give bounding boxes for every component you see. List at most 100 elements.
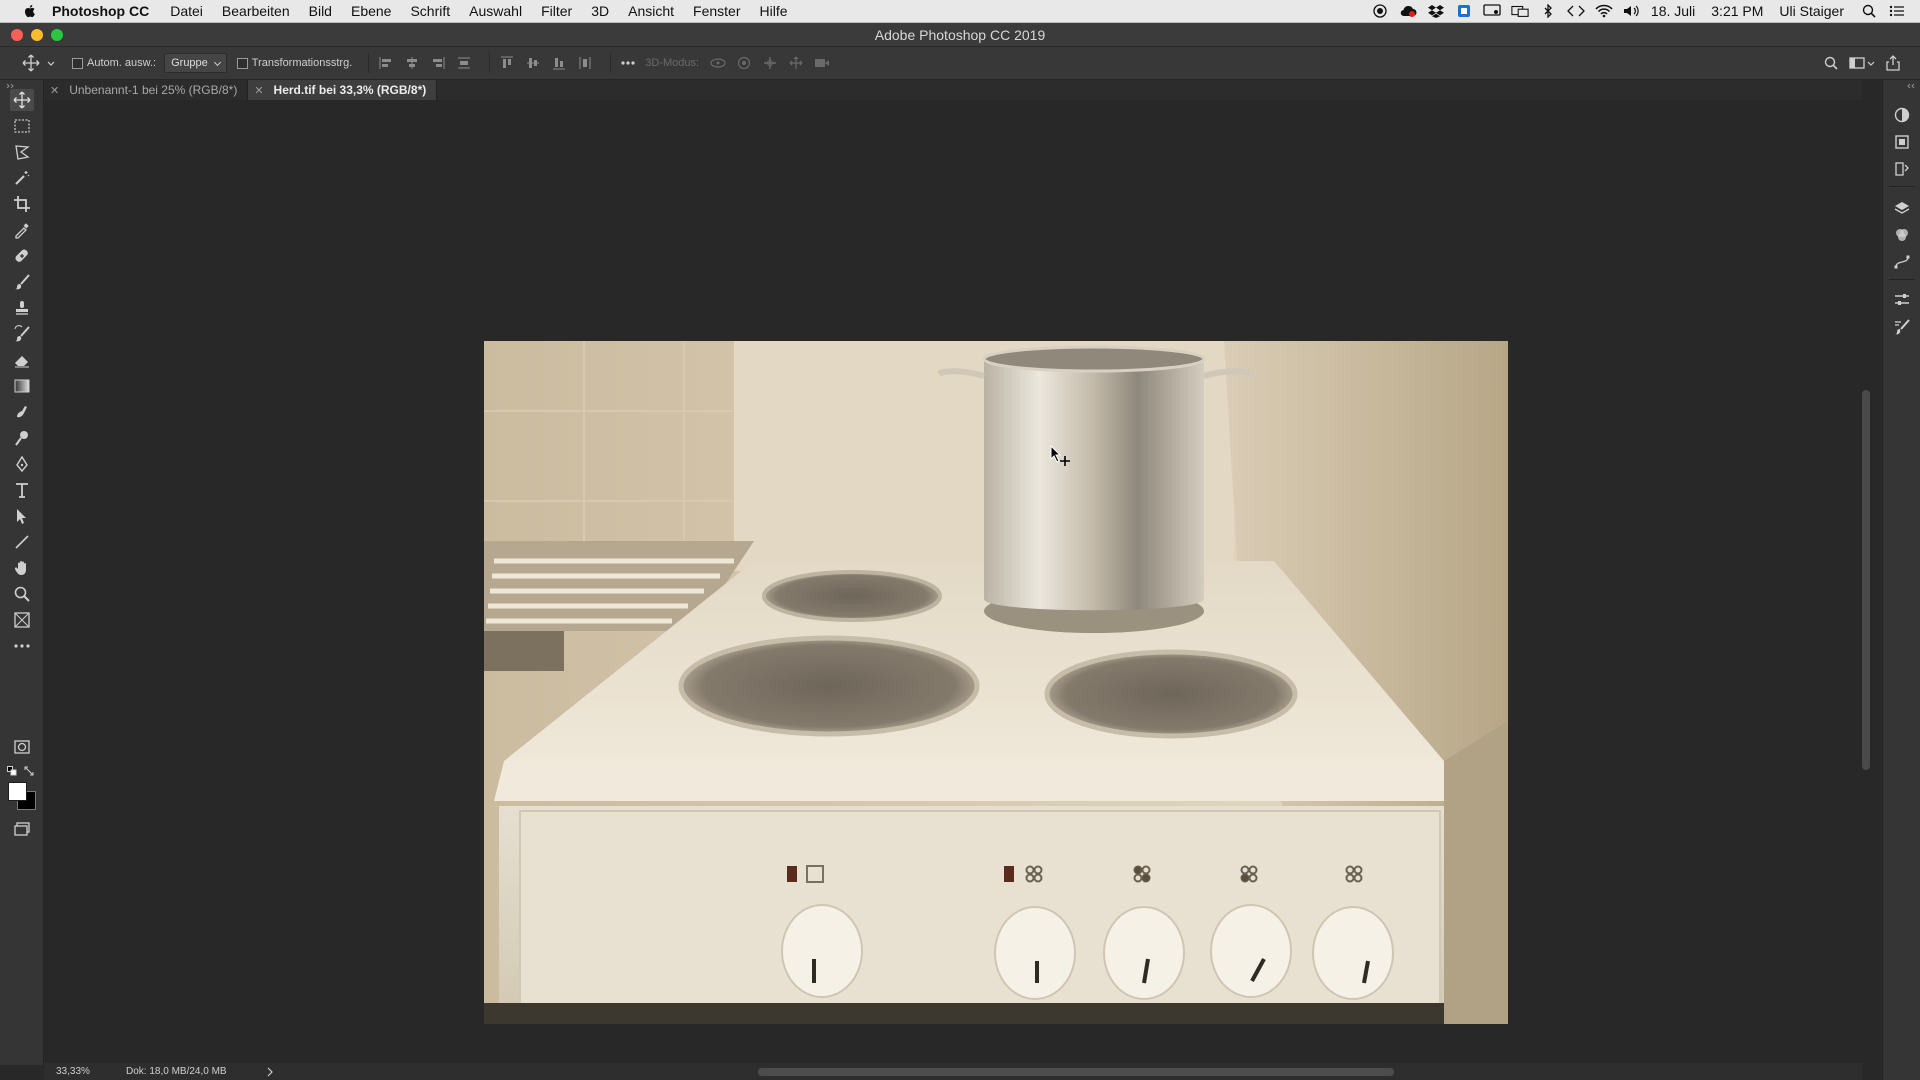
panel-expand-icon[interactable] <box>1905 83 1915 89</box>
code-brackets-icon[interactable] <box>1566 3 1585 19</box>
crop-tool-icon[interactable] <box>10 193 34 215</box>
3d-pan-icon[interactable] <box>761 54 779 72</box>
history-brush-tool-icon[interactable] <box>10 323 34 345</box>
chevron-right-icon[interactable] <box>266 1067 274 1077</box>
distribute-vertical-icon[interactable] <box>455 54 473 72</box>
menubar-date[interactable]: 18. Juli <box>1651 3 1695 19</box>
menu-schrift[interactable]: Schrift <box>410 3 450 19</box>
sync-app-icon[interactable] <box>1455 3 1473 19</box>
eyedropper-tool-icon[interactable] <box>10 219 34 241</box>
menu-datei[interactable]: Datei <box>170 3 203 19</box>
panel-dock <box>1882 80 1920 1080</box>
wifi-icon[interactable] <box>1595 3 1613 19</box>
lasso-tool-icon[interactable] <box>10 141 34 163</box>
adjustments-panel-icon[interactable] <box>1892 105 1912 125</box>
magic-wand-tool-icon[interactable] <box>10 167 34 189</box>
close-window-button[interactable] <box>11 29 23 41</box>
checkbox-box[interactable] <box>236 57 248 69</box>
display-mirroring-icon[interactable] <box>1483 3 1501 19</box>
document-canvas[interactable] <box>44 101 1860 1063</box>
spotlight-search-icon[interactable] <box>1860 3 1878 19</box>
layers-panel-icon[interactable] <box>1892 198 1912 218</box>
path-selection-tool-icon[interactable] <box>10 505 34 527</box>
frame-tool-icon[interactable] <box>10 609 34 631</box>
history-panel-icon[interactable] <box>1892 159 1912 179</box>
tab-unbenannt-1[interactable]: ✕ Unbenannt-1 bei 25% (RGB/8*) <box>44 80 249 100</box>
type-tool-icon[interactable] <box>10 479 34 501</box>
share-icon[interactable] <box>1884 54 1902 72</box>
align-center-horizontal-icon[interactable] <box>403 54 421 72</box>
creative-cloud-icon[interactable] <box>1399 3 1417 19</box>
bluetooth-icon[interactable] <box>1539 3 1557 19</box>
3d-slide-icon[interactable] <box>787 54 805 72</box>
close-tab-icon[interactable]: ✕ <box>254 84 263 97</box>
menubar-time[interactable]: 3:21 PM <box>1711 3 1763 19</box>
zoom-window-button[interactable] <box>51 29 63 41</box>
transform-controls-checkbox[interactable]: Transformationsstrg. <box>236 57 352 69</box>
menubar-user[interactable]: Uli Staiger <box>1779 3 1844 19</box>
zoom-tool-icon[interactable] <box>10 583 34 605</box>
dodge-tool-icon[interactable] <box>10 427 34 449</box>
distribute-horizontal-icon[interactable] <box>576 54 594 72</box>
workspace-switcher-icon[interactable] <box>1848 54 1876 72</box>
menu-app-name[interactable]: Photoshop CC <box>52 3 149 19</box>
properties-panel-icon[interactable] <box>1892 290 1912 310</box>
apple-menu-icon[interactable] <box>22 3 38 19</box>
pen-tool-icon[interactable] <box>10 453 34 475</box>
tool-preset-picker[interactable] <box>22 54 56 72</box>
screens-icon[interactable] <box>1511 3 1529 19</box>
menu-bild[interactable]: Bild <box>309 3 332 19</box>
3d-roll-icon[interactable] <box>735 54 753 72</box>
notification-center-icon[interactable] <box>1888 3 1906 19</box>
more-tools-icon[interactable] <box>10 635 34 657</box>
auto-select-target-dropdown[interactable]: Gruppe <box>164 53 227 73</box>
brush-settings-panel-icon[interactable] <box>1892 317 1912 337</box>
horizontal-scrollbar[interactable] <box>758 1068 1394 1076</box>
healing-brush-tool-icon[interactable] <box>10 245 34 267</box>
menu-bearbeiten[interactable]: Bearbeiten <box>222 3 290 19</box>
3d-scale-video-icon[interactable] <box>813 54 831 72</box>
channels-panel-icon[interactable] <box>1892 225 1912 245</box>
line-tool-icon[interactable] <box>10 531 34 553</box>
dropbox-icon[interactable] <box>1427 3 1445 19</box>
screen-mode-icon[interactable] <box>10 818 34 840</box>
align-bottom-icon[interactable] <box>550 54 568 72</box>
menu-filter[interactable]: Filter <box>541 3 572 19</box>
checkbox-box[interactable] <box>72 57 83 69</box>
3d-orbit-icon[interactable] <box>709 54 727 72</box>
close-tab-icon[interactable]: ✕ <box>50 84 59 97</box>
menu-3d[interactable]: 3D <box>591 3 609 19</box>
divider <box>610 53 612 73</box>
menu-auswahl[interactable]: Auswahl <box>469 3 522 19</box>
gradient-tool-icon[interactable] <box>10 375 34 397</box>
search-icon[interactable] <box>1822 54 1840 72</box>
zoom-level[interactable]: 33,33% <box>56 1066 126 1077</box>
menu-ansicht[interactable]: Ansicht <box>628 3 674 19</box>
menu-fenster[interactable]: Fenster <box>693 3 740 19</box>
document-image[interactable] <box>484 341 1508 1024</box>
hand-tool-icon[interactable] <box>10 557 34 579</box>
clone-stamp-tool-icon[interactable] <box>10 297 34 319</box>
menu-hilfe[interactable]: Hilfe <box>760 3 788 19</box>
volume-icon[interactable] <box>1623 3 1641 19</box>
foreground-color-swatch[interactable] <box>8 782 27 801</box>
align-top-icon[interactable] <box>498 54 516 72</box>
vertical-scrollbar[interactable] <box>1862 390 1870 770</box>
minimize-window-button[interactable] <box>31 29 43 41</box>
tab-herd-tif[interactable]: ✕ Herd.tif bei 33,3% (RGB/8*) <box>248 80 438 100</box>
marquee-tool-icon[interactable] <box>10 115 34 137</box>
libraries-panel-icon[interactable] <box>1892 132 1912 152</box>
align-right-icon[interactable] <box>429 54 447 72</box>
menu-ebene[interactable]: Ebene <box>351 3 391 19</box>
more-options-icon[interactable] <box>619 54 637 72</box>
move-tool-icon[interactable] <box>10 89 34 111</box>
paths-panel-icon[interactable] <box>1892 252 1912 272</box>
record-icon[interactable] <box>1371 3 1389 19</box>
align-left-icon[interactable] <box>377 54 395 72</box>
quick-mask-icon[interactable] <box>10 736 34 758</box>
eraser-tool-icon[interactable] <box>10 349 34 371</box>
align-middle-vertical-icon[interactable] <box>524 54 542 72</box>
brush-tool-icon[interactable] <box>10 271 34 293</box>
auto-select-checkbox[interactable]: Autom. ausw.: <box>72 57 156 69</box>
smudge-tool-icon[interactable] <box>10 401 34 423</box>
